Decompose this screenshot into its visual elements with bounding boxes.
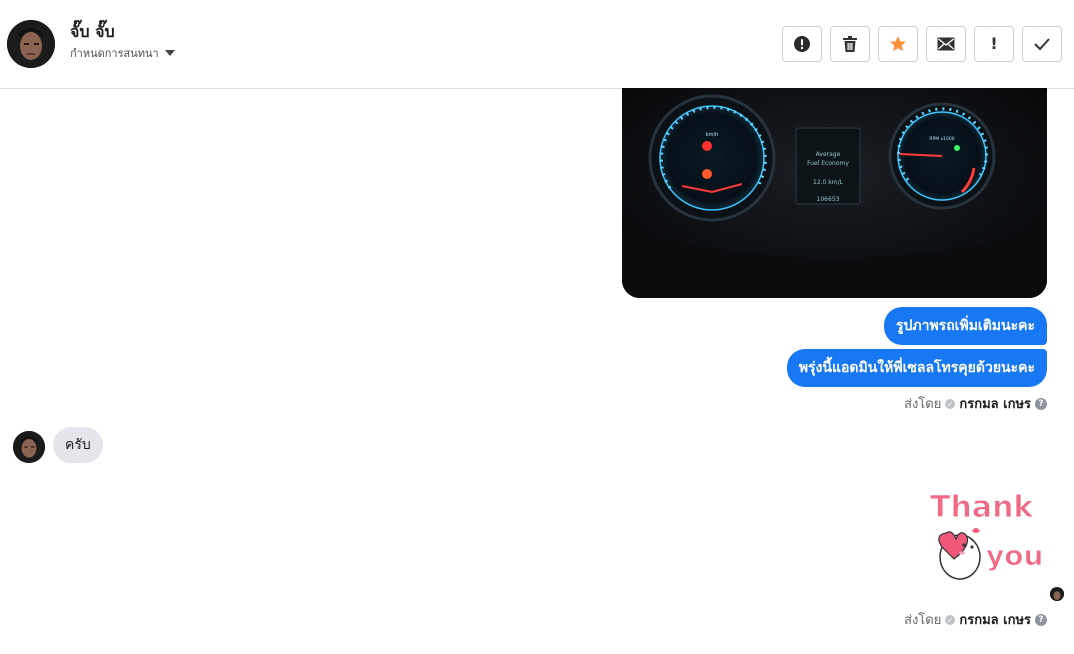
sent-by-info: ส่งโดย ✓ กรกมล เกษร ?: [904, 609, 1047, 630]
conversation-settings-dropdown[interactable]: กำหนดการสนทนา: [70, 44, 175, 62]
report-button[interactable]: [782, 26, 822, 62]
sent-by-info: ส่งโดย ✓ กรกมล เกษร ?: [904, 393, 1047, 414]
speedo-unit-text: km/h: [706, 132, 719, 138]
outgoing-message[interactable]: รูปภาพรถเพิ่มเติมนะคะ: [883, 307, 1047, 345]
tacho-unit-text: RPM x1000: [929, 136, 954, 142]
sticker-line1: Thank: [930, 490, 1034, 525]
contact-avatar-small[interactable]: [13, 431, 45, 463]
help-icon[interactable]: ?: [1035, 397, 1047, 410]
header-actions: !: [782, 26, 1062, 62]
check-circle-icon: ✓: [945, 398, 956, 409]
mark-unread-button[interactable]: [926, 26, 966, 62]
outgoing-message[interactable]: พรุ่งนี้แอดมินให้พี่เซลลโทรคุยด้วยนะคะ: [786, 349, 1047, 387]
envelope-icon: [937, 37, 955, 51]
display-line1-text: Average: [816, 151, 841, 158]
check-circle-icon: ✓: [945, 614, 956, 625]
exclamation-icon: !: [990, 34, 998, 53]
sender-name[interactable]: กรกมล เกษร: [959, 393, 1031, 414]
contact-name[interactable]: จั๊บ จั๊บ: [70, 20, 115, 45]
conversation-header: จั๊บ จั๊บ กำหนดการสนทนา !: [0, 0, 1074, 89]
sent-by-label: ส่งโดย: [904, 613, 942, 628]
star-icon: [889, 35, 907, 53]
sender-name[interactable]: กรกมล เกษร: [959, 609, 1031, 630]
delete-button[interactable]: [830, 26, 870, 62]
sent-by-label: ส่งโดย: [904, 397, 942, 412]
check-icon: [1033, 37, 1051, 51]
incoming-message[interactable]: ครับ: [53, 427, 103, 463]
star-button[interactable]: [878, 26, 918, 62]
display-value-text: 12.0 km/L: [813, 179, 844, 186]
trash-icon: [842, 35, 858, 53]
seen-by-avatar: [1050, 587, 1064, 601]
messenger-conversation: จั๊บ จั๊บ กำหนดการสนทนา ! km/h Average F…: [0, 0, 1074, 654]
message-photo[interactable]: km/h Average Fuel Economy 12.0 km/L 1066…: [622, 88, 1047, 298]
contact-avatar[interactable]: [7, 20, 55, 68]
mark-important-button[interactable]: !: [974, 26, 1014, 62]
alert-circle-icon: [793, 35, 811, 53]
dashboard-photo-image: km/h Average Fuel Economy 12.0 km/L 1066…: [622, 88, 1047, 298]
display-line2-text: Fuel Economy: [807, 160, 849, 167]
chevron-down-icon: [164, 50, 175, 56]
conversation-settings-label: กำหนดการสนทนา: [70, 47, 159, 60]
help-icon[interactable]: ?: [1035, 613, 1047, 626]
odometer-text: 106653: [817, 196, 840, 203]
thank-you-sticker[interactable]: Thank you: [924, 485, 1050, 585]
mark-done-button[interactable]: [1022, 26, 1062, 62]
sticker-line2: you: [986, 539, 1043, 572]
